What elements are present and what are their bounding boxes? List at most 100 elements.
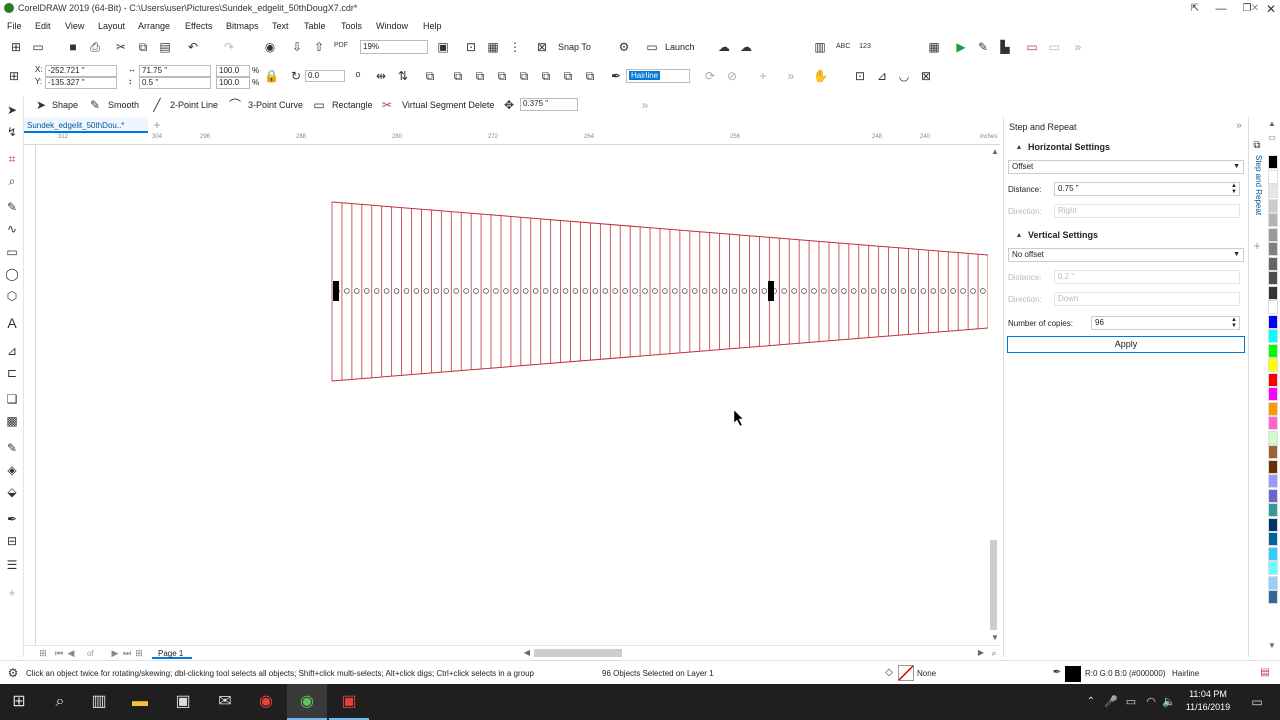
show-grid-icon[interactable]: ▦	[486, 40, 500, 54]
show-guidelines-icon[interactable]: ⋮	[508, 40, 522, 54]
smooth-tool-button[interactable]: Smooth	[108, 100, 139, 110]
selection-handle-center[interactable]	[768, 281, 774, 301]
scale-width-field[interactable]: 100.0	[216, 65, 250, 77]
open-folder-icon[interactable]: ▭	[31, 40, 45, 54]
scale-height-field[interactable]: 100.0	[216, 77, 250, 89]
add-icon[interactable]: +	[756, 69, 770, 83]
docker-close-icon[interactable]: ✕	[1248, 2, 1262, 16]
chart-macro-icon[interactable]: ▙	[998, 40, 1012, 54]
menu-text[interactable]: Text	[272, 21, 289, 31]
color-swatch[interactable]	[1268, 256, 1278, 271]
microphone-icon[interactable]: 🎤	[1100, 691, 1122, 713]
palette-scroll-up-icon[interactable]: ▲	[1265, 117, 1279, 131]
x-position-field[interactable]: -252.721 "	[45, 65, 117, 77]
horizontal-distance-field[interactable]: 0.75 " ▲ ▼	[1054, 182, 1240, 196]
polygon-tool-icon[interactable]: ⬡	[5, 289, 19, 303]
color-swatch[interactable]	[1268, 590, 1278, 604]
scroll-up-icon[interactable]: ▲	[988, 145, 1002, 159]
vertical-distance-field[interactable]: 0.2 "	[1054, 270, 1240, 284]
more-options-icon[interactable]: »	[638, 98, 652, 112]
record-macro-icon[interactable]: ▭	[1025, 40, 1039, 54]
ellipse-tool-icon[interactable]: ◯	[5, 267, 19, 281]
mirror-vertical-icon[interactable]: ⇅	[396, 69, 410, 83]
vertical-scrollbar[interactable]: ▲ ▼	[988, 145, 1000, 645]
menu-bitmaps[interactable]: Bitmaps	[226, 21, 259, 31]
convert-to-curves-icon[interactable]: ⟳	[703, 69, 717, 83]
edge-lit-panel[interactable]	[331, 201, 989, 382]
color-swatch[interactable]	[1268, 169, 1278, 184]
docker-collapse-icon[interactable]: »	[1232, 119, 1246, 133]
color-swatch[interactable]	[1268, 314, 1278, 329]
color-swatch[interactable]	[1268, 198, 1278, 213]
full-screen-icon[interactable]: ▣	[436, 40, 450, 54]
outline-color-swatch[interactable]	[1065, 666, 1081, 682]
collapse-horizontal-icon[interactable]: ▲	[1012, 141, 1026, 155]
vertical-ruler[interactable]	[24, 145, 36, 645]
front-minus-back-icon[interactable]: ⧉	[561, 69, 575, 83]
options-gear-icon[interactable]: ⚙	[617, 40, 631, 54]
fill-icon[interactable]: ◇	[882, 666, 896, 680]
horizontal-settings-heading[interactable]: Horizontal Settings	[1028, 142, 1110, 152]
volume-icon[interactable]: 🔈	[1158, 691, 1180, 713]
horizontal-ruler[interactable]: 312 304 296 288 280 272 264 256 248 240 …	[24, 133, 1000, 145]
color-swatch[interactable]	[1268, 546, 1278, 561]
lock-ratio-icon[interactable]: 🔒	[264, 69, 279, 83]
vertical-settings-heading[interactable]: Vertical Settings	[1028, 230, 1098, 240]
horizontal-mode-select[interactable]: Offset ▼	[1008, 160, 1244, 174]
color-swatch[interactable]	[1268, 503, 1278, 517]
artistic-media-icon[interactable]: ∿	[5, 222, 19, 236]
close-button[interactable]: ✕	[1264, 2, 1278, 16]
color-swatch[interactable]	[1268, 343, 1278, 358]
horizontal-scroll-thumb[interactable]	[534, 649, 622, 657]
redo-icon[interactable]: ↷	[222, 40, 236, 54]
table-icon[interactable]: ▦	[927, 40, 941, 54]
drop-shadow-icon[interactable]: ❑	[5, 392, 19, 406]
no-fill-swatch-icon[interactable]	[898, 665, 914, 681]
new-tab-icon[interactable]: +	[150, 118, 164, 132]
settings-gear-icon[interactable]: ⚙	[6, 666, 20, 680]
search-content-icon[interactable]: ◉	[263, 40, 277, 54]
trim-icon[interactable]: ⧉	[495, 69, 509, 83]
abc-text-icon[interactable]: ABC	[836, 40, 850, 54]
rotation-field[interactable]: 0.0	[305, 70, 345, 82]
group-icon[interactable]: ⧉	[423, 69, 437, 83]
menu-view[interactable]: View	[65, 21, 84, 31]
zoom-level-select[interactable]: 19%	[360, 40, 428, 54]
color-swatch[interactable]	[1268, 575, 1278, 590]
scroll-down-icon[interactable]: ▼	[988, 631, 1002, 645]
run-macro-icon[interactable]: ▶	[954, 40, 968, 54]
mirror-horizontal-icon[interactable]: ⇹	[374, 69, 388, 83]
outline-width-select[interactable]: Hairline	[626, 69, 690, 83]
toolbar-overflow-icon[interactable]: »	[1071, 40, 1085, 54]
scroll-thumb[interactable]	[990, 540, 997, 630]
intersect-icon[interactable]: ⧉	[517, 69, 531, 83]
contour-icon[interactable]: ◡	[897, 69, 911, 83]
collapse-vertical-icon[interactable]: ▲	[1012, 229, 1026, 243]
color-swatch[interactable]	[1268, 155, 1278, 169]
color-swatch[interactable]	[1268, 285, 1278, 300]
battery-icon[interactable]: ▭	[1120, 691, 1142, 713]
import-icon[interactable]: ⇩	[290, 40, 304, 54]
pick-tool-icon[interactable]: ➤	[5, 103, 19, 117]
color-swatch[interactable]	[1268, 488, 1278, 503]
menu-file[interactable]: File	[7, 21, 22, 31]
transparency-icon[interactable]: ▩	[5, 414, 19, 428]
crop-tool-icon[interactable]: ⌗	[5, 152, 19, 166]
restore-panel-icon[interactable]: ⇱	[1188, 2, 1202, 16]
hand-icon[interactable]: ✋	[813, 69, 828, 83]
selection-handle-left[interactable]	[333, 281, 339, 301]
width-field[interactable]: 71.75 "	[139, 65, 211, 77]
prev-page-icon[interactable]: ◀	[64, 646, 78, 660]
snap-off-icon[interactable]: ⊠	[535, 40, 549, 54]
paste-icon[interactable]: ▤	[158, 40, 172, 54]
height-field[interactable]: 0.5 "	[139, 77, 211, 89]
nudge-distance-field[interactable]: 0.375 "	[520, 98, 578, 111]
tray-expand-icon[interactable]: ⌃	[1080, 691, 1102, 713]
vertical-mode-select[interactable]: No offset ▼	[1008, 248, 1244, 262]
horizontal-direction-select[interactable]: Right	[1054, 204, 1240, 218]
copy-icon[interactable]: ⧉	[136, 40, 150, 54]
menu-edit[interactable]: Edit	[35, 21, 51, 31]
color-swatch[interactable]	[1268, 358, 1278, 372]
upload-cloud-icon[interactable]: ☁	[717, 40, 731, 54]
task-view-icon[interactable]: ▥	[88, 691, 110, 713]
